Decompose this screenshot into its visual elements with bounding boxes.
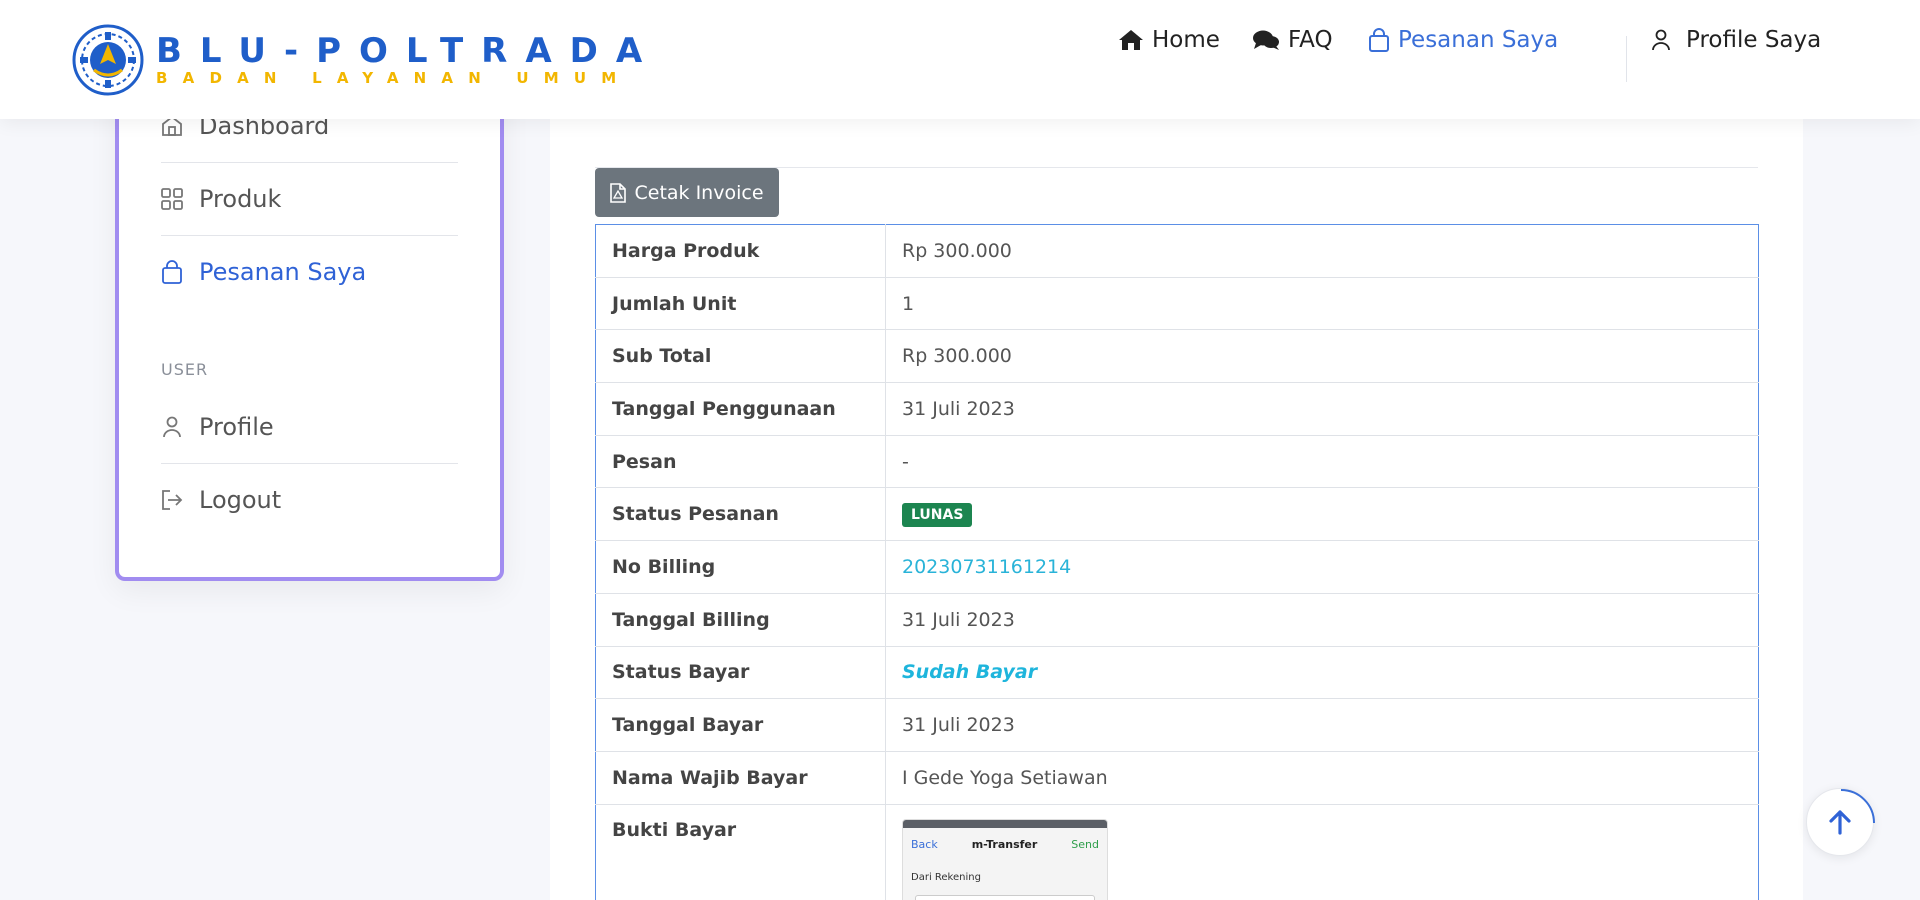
row-value: Back m-Transfer Send Dari Rekening: [885, 804, 1759, 900]
nav-faq-label: FAQ: [1288, 27, 1333, 53]
nav-divider: [1626, 36, 1627, 82]
sidebar-divider: [161, 463, 458, 464]
nav-pesanan-label: Pesanan Saya: [1398, 27, 1559, 53]
sidebar-divider: [161, 162, 458, 163]
payment-status: Sudah Bayar: [902, 661, 1038, 684]
table-row: Tanggal Penggunaan 31 Juli 2023: [595, 382, 1759, 436]
thumb-title: m-Transfer: [971, 837, 1038, 851]
row-value: -: [885, 435, 1759, 489]
payment-proof-image[interactable]: Back m-Transfer Send Dari Rekening: [902, 818, 1108, 900]
row-label: Tanggal Bayar: [595, 698, 886, 752]
scroll-progress-ring: [1840, 789, 1875, 824]
table-row: Status Bayar Sudah Bayar: [595, 646, 1759, 700]
row-value: 31 Juli 2023: [885, 698, 1759, 752]
sidebar-item-label: Pesanan Saya: [199, 258, 367, 286]
brand-logo[interactable]: BLU-POLTRADA BADAN LAYANAN UMUM: [72, 24, 660, 96]
table-row: Tanggal Bayar 31 Juli 2023: [595, 698, 1759, 752]
cetak-invoice-label: Cetak Invoice: [634, 181, 764, 204]
sidebar-item-label: Profile: [199, 413, 274, 441]
phone-status-bar: [903, 819, 1107, 828]
order-detail-table: Harga Produk Rp 300.000 Jumlah Unit 1 Su…: [595, 224, 1759, 900]
thumb-header: Back m-Transfer Send: [911, 838, 1099, 851]
row-value: LUNAS: [885, 487, 1759, 542]
thumb-send: Send: [1071, 837, 1099, 851]
row-label: Pesan: [595, 435, 886, 489]
row-value: Rp 300.000: [885, 329, 1759, 384]
table-row: Pesan -: [595, 435, 1759, 489]
sidebar-item-produk[interactable]: Produk: [161, 185, 458, 213]
shopping-bag-icon: [1369, 28, 1389, 52]
grid-icon: [161, 188, 183, 210]
logout-icon: [162, 490, 183, 510]
table-row: Tanggal Billing 31 Juli 2023: [595, 593, 1759, 647]
sidebar-item-logout[interactable]: Logout: [161, 486, 458, 514]
home-icon: [1119, 30, 1143, 50]
row-label: Tanggal Penggunaan: [595, 382, 886, 436]
brand-text: BLU-POLTRADA BADAN LAYANAN UMUM: [156, 33, 660, 87]
chat-bubbles-icon: [1253, 30, 1279, 50]
row-value: 31 Juli 2023: [885, 593, 1759, 647]
user-icon: [1652, 29, 1670, 51]
row-label: Status Bayar: [595, 646, 886, 700]
row-label: Sub Total: [595, 329, 886, 384]
row-value: 31 Juli 2023: [885, 382, 1759, 436]
sidebar-item-label: Produk: [199, 185, 282, 213]
row-label: Tanggal Billing: [595, 593, 886, 647]
table-row: No Billing 20230731161214: [595, 540, 1759, 594]
shopping-bag-icon: [162, 260, 182, 284]
sidebar-item-label: Logout: [199, 486, 282, 514]
thumb-field: [915, 894, 1095, 900]
header: BLU-POLTRADA BADAN LAYANAN UMUM Home FAQ…: [0, 0, 1920, 119]
brand-subtitle: BADAN LAYANAN UMUM: [156, 69, 632, 87]
sidebar-item-pesanan-saya[interactable]: Pesanan Saya: [161, 258, 458, 286]
row-value: 20230731161214: [885, 540, 1759, 594]
nav-faq[interactable]: FAQ: [1252, 27, 1333, 53]
sidebar-divider: [161, 235, 458, 236]
table-row: Nama Wajib Bayar I Gede Yoga Setiawan: [595, 751, 1759, 805]
scroll-to-top-button[interactable]: [1806, 788, 1875, 856]
pdf-file-icon: [610, 182, 627, 203]
row-label: Harga Produk: [595, 224, 886, 278]
table-row: Harga Produk Rp 300.000: [595, 224, 1759, 278]
row-label: Jumlah Unit: [595, 277, 886, 331]
nav-profile-saya[interactable]: Profile Saya: [1650, 27, 1821, 53]
nav-pesanan-saya[interactable]: Pesanan Saya: [1368, 27, 1558, 53]
nav-home-label: Home: [1152, 27, 1220, 53]
table-row: Status Pesanan LUNAS: [595, 487, 1759, 542]
row-label: No Billing: [595, 540, 886, 594]
sidebar: Dashboard Produk Pesanan Saya USER Profi…: [115, 70, 504, 581]
thumb-back: Back: [911, 837, 938, 851]
status-badge: LUNAS: [902, 502, 973, 527]
row-value: Rp 300.000: [885, 224, 1759, 278]
row-label: Nama Wajib Bayar: [595, 751, 886, 805]
user-icon: [163, 416, 181, 438]
nav-profile-label: Profile Saya: [1686, 27, 1822, 53]
row-value: I Gede Yoga Setiawan: [885, 751, 1759, 805]
table-row: Bukti Bayar Back m-Transfer Send Dari Re…: [595, 804, 1759, 900]
nav-home[interactable]: Home: [1118, 27, 1220, 53]
row-label: Status Pesanan: [595, 487, 886, 542]
row-value: Sudah Bayar: [885, 646, 1759, 700]
thumb-from: Dari Rekening: [911, 871, 981, 883]
poltrada-emblem-icon: [72, 24, 144, 96]
table-row: Sub Total Rp 300.000: [595, 329, 1759, 384]
order-detail-card: Cetak Invoice Harga Produk Rp 300.000 Ju…: [550, 119, 1803, 900]
brand-title: BLU-POLTRADA: [156, 31, 661, 71]
sidebar-section-user: USER: [161, 360, 209, 379]
billing-number-link[interactable]: 20230731161214: [902, 556, 1071, 578]
sidebar-item-profile[interactable]: Profile: [161, 413, 458, 441]
cetak-invoice-button[interactable]: Cetak Invoice: [595, 168, 779, 217]
row-label: Bukti Bayar: [595, 804, 886, 900]
table-row: Jumlah Unit 1: [595, 277, 1759, 331]
row-value: 1: [885, 277, 1759, 331]
